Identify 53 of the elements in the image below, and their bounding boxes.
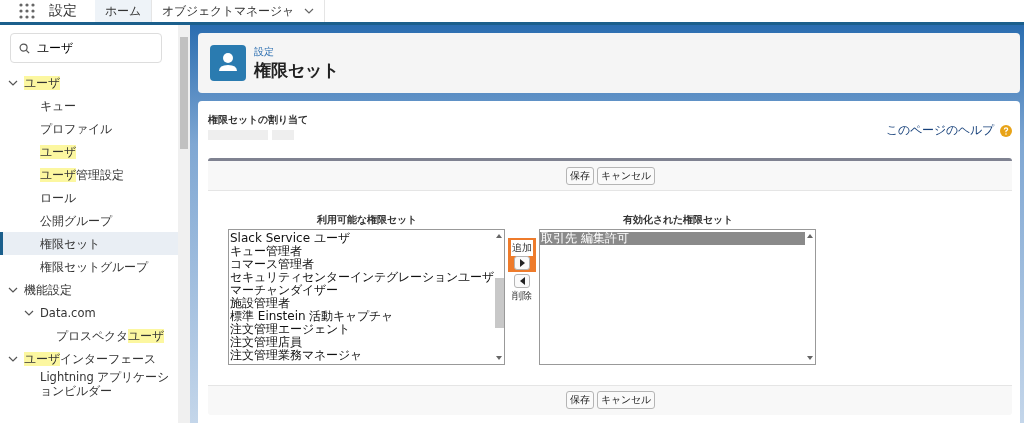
list-option[interactable]: 施設管理者 — [229, 297, 494, 310]
scroll-down-icon[interactable] — [496, 356, 502, 360]
help-link[interactable]: このページのヘルプ — [886, 122, 994, 139]
sidebar-item[interactable]: プロスペクタユーザ — [0, 324, 178, 347]
sidebar-item[interactable]: Lightning アプリケーションビルダー — [0, 370, 178, 398]
list-option[interactable]: 注文管理エージェント — [229, 323, 494, 336]
sidebar-item[interactable]: 機能設定 — [0, 278, 178, 301]
nav-tab[interactable]: オブジェクトマネージャ — [152, 0, 325, 22]
nav-tab[interactable]: ホーム — [95, 0, 152, 22]
right-triangle-icon — [519, 259, 525, 267]
breadcrumb-link[interactable]: 設定 — [254, 44, 339, 59]
sidebar-item[interactable]: Data.com — [0, 301, 178, 324]
add-button[interactable] — [514, 256, 530, 270]
list-option[interactable]: 標準 Einstein 活動キャプチャ — [229, 310, 494, 323]
scroll-down-icon[interactable] — [807, 356, 813, 360]
sidebar-item[interactable]: キュー — [0, 94, 178, 117]
list-option[interactable]: キュー管理者 — [229, 245, 494, 258]
sidebar-item[interactable]: ロール — [0, 186, 178, 209]
section-label: 権限セットの割り当て — [208, 113, 308, 127]
list-heading: 利用可能な権限セット — [316, 213, 417, 227]
scrollbar[interactable] — [178, 25, 190, 423]
form-button[interactable]: キャンセル — [596, 391, 655, 409]
form-button[interactable]: キャンセル — [596, 167, 655, 185]
search-field[interactable]: ユーザ — [10, 33, 162, 63]
list-option[interactable]: セキュリティセンターインテグレーションユーザ — [229, 271, 494, 284]
list-option[interactable]: 注文管理業務マネージャ — [229, 349, 494, 362]
form-button[interactable]: 保存 — [565, 167, 594, 185]
sidebar-item[interactable]: ユーザ — [0, 140, 178, 163]
list-option[interactable]: コマース管理者 — [229, 258, 494, 271]
scroll-up-icon[interactable] — [807, 234, 813, 238]
user-icon — [210, 45, 246, 81]
left-triangle-icon — [519, 277, 525, 285]
list-option[interactable]: 注文管理店員 — [229, 336, 494, 349]
page-title: 権限セット — [254, 58, 339, 82]
remove-label: 削除 — [511, 289, 533, 303]
chevron-down-icon[interactable] — [304, 6, 314, 16]
app-title: 設定 — [49, 2, 77, 20]
sidebar-item[interactable]: プロファイル — [0, 117, 178, 140]
sidebar-item[interactable]: 公開グループ — [0, 209, 178, 232]
remove-button[interactable] — [514, 274, 530, 288]
sidebar-item[interactable]: ユーザ管理設定 — [0, 163, 178, 186]
list-option[interactable]: Slack Service ユーザ — [229, 232, 494, 245]
app-launcher-icon[interactable] — [19, 3, 35, 19]
scroll-up-icon[interactable] — [496, 234, 502, 238]
sidebar-item[interactable]: ユーザ — [0, 71, 178, 94]
form-button[interactable]: 保存 — [565, 391, 594, 409]
list-heading: 有効化された権限セット — [622, 213, 733, 227]
sidebar-item[interactable]: ユーザインターフェース — [0, 347, 178, 370]
sidebar-item[interactable]: 権限セットグループ — [0, 255, 178, 278]
sidebar-item[interactable]: 権限セット — [0, 232, 178, 255]
list-option[interactable]: マーチャンダイザー — [229, 284, 494, 297]
available-list[interactable]: Slack Service ユーザ キュー管理者 コマース管理者 セキュリティセンターインテグレーションユーザ マーチャンダイザー 施設管理者 標準 Einstein 活動キャプチャ 注文管理エージェント 注文管理店員 注文管理業務マネージャ — [228, 229, 505, 365]
add-label: 追加 — [511, 240, 533, 256]
